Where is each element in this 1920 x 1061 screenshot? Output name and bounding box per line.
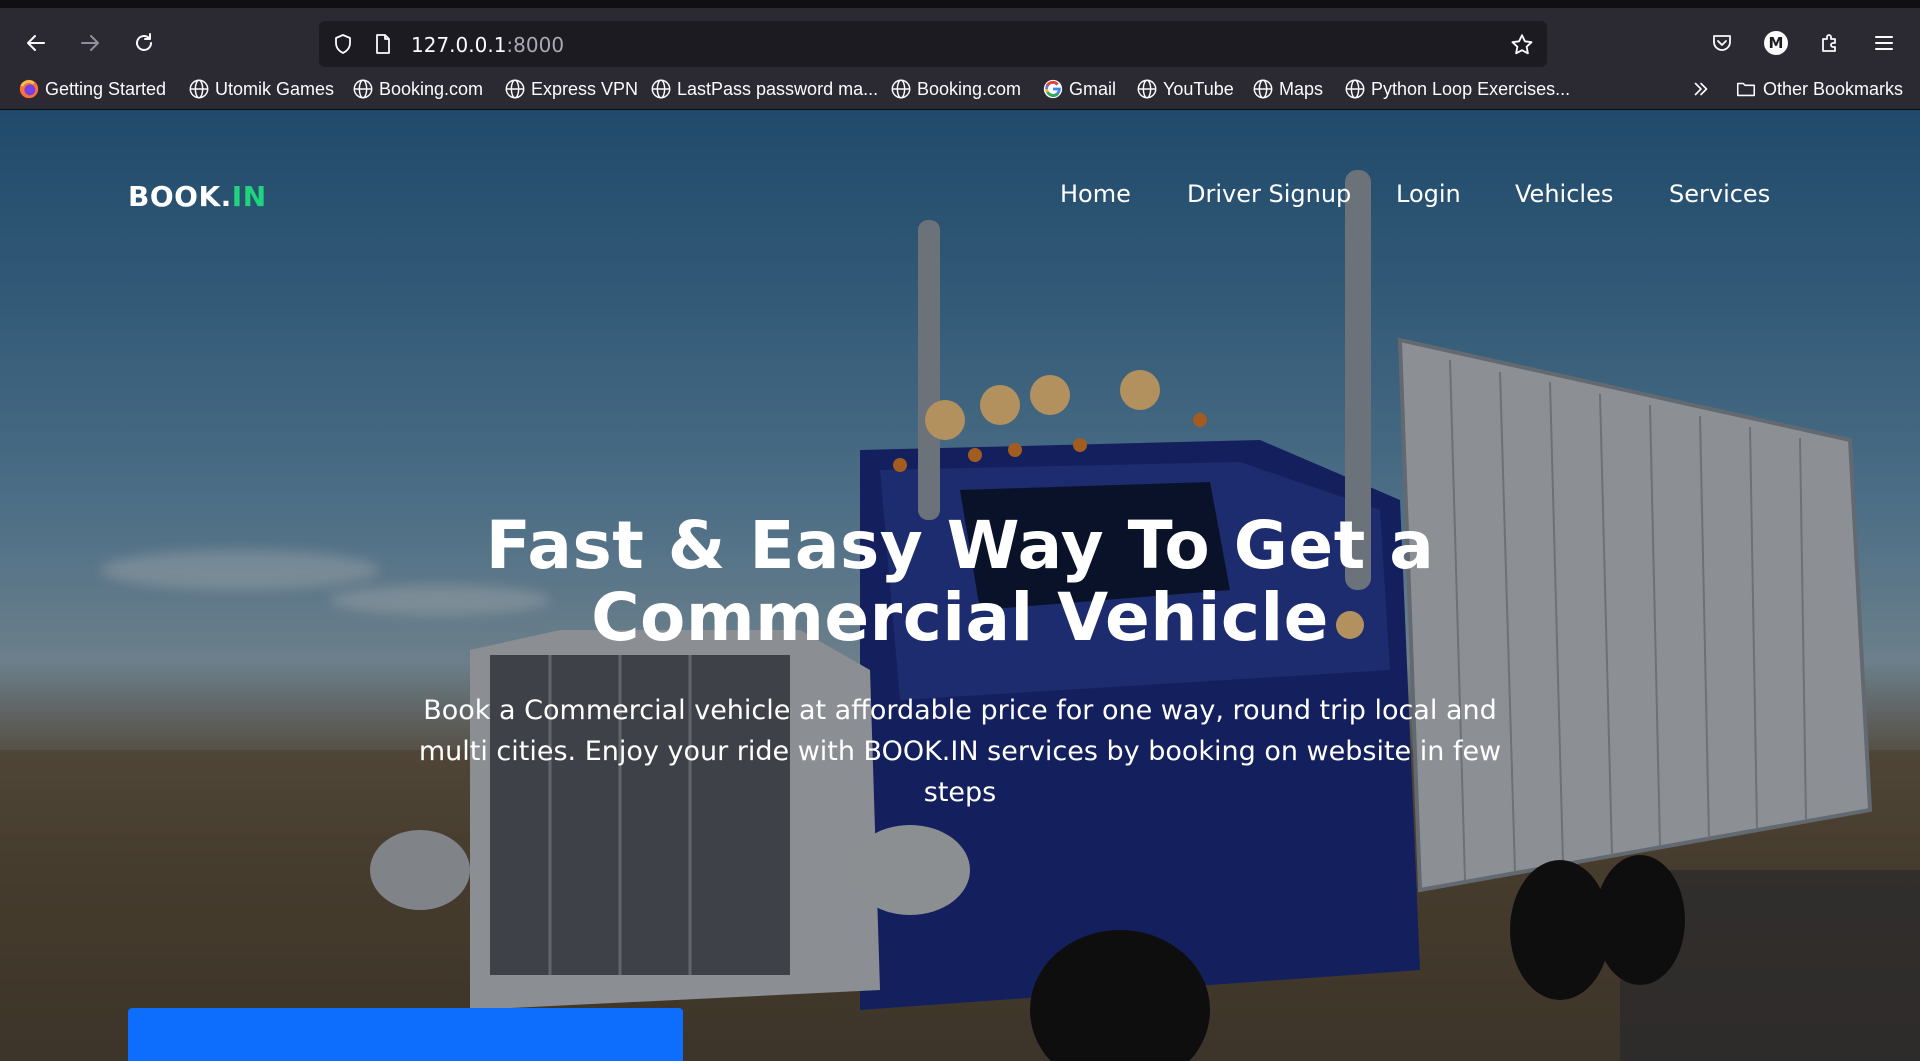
hamburger-icon [1875, 36, 1893, 50]
reload-button[interactable] [124, 23, 164, 63]
hero-headline-line1: Fast & Easy Way To Get a [485, 507, 1435, 584]
puzzle-icon [1822, 34, 1836, 52]
browser-toolbar: 127.0.0.1:8000 M [0, 8, 1920, 67]
app-menu-button[interactable] [1864, 23, 1904, 63]
bookmark-label: Utomik Games [215, 78, 335, 99]
bookmark-utomik-games[interactable]: Utomik Games [188, 76, 334, 102]
site-logo[interactable]: BOOK.IN [128, 180, 267, 213]
reload-icon [136, 33, 152, 51]
globe-icon [353, 79, 373, 99]
nav-home[interactable]: Home [1060, 180, 1131, 208]
bookmark-python-loop[interactable]: Python Loop Exercises... [1344, 76, 1570, 102]
arrow-left-icon [27, 35, 45, 51]
pocket-button[interactable] [1702, 23, 1742, 63]
url-bar[interactable]: 127.0.0.1:8000 [319, 21, 1547, 67]
globe-icon [651, 79, 671, 99]
globe-icon [505, 79, 525, 99]
chevron-double-right-icon [1694, 82, 1708, 96]
bookmark-getting-started[interactable]: Getting Started [18, 76, 166, 102]
bookmark-label: Express VPN [531, 78, 639, 99]
other-bookmarks-label: Other Bookmarks [1763, 78, 1904, 99]
extensions-button[interactable] [1810, 23, 1850, 63]
bookmark-express-vpn[interactable]: Express VPN [504, 76, 638, 102]
other-bookmarks-folder[interactable]: Other Bookmarks [1734, 76, 1903, 102]
globe-icon [1345, 79, 1365, 99]
bookmarks-toolbar: Getting Started Utomik Games Booking.com… [0, 67, 1920, 110]
pocket-icon [1713, 35, 1731, 51]
hero-subtext: Book a Commercial vehicle at affordable … [418, 695, 1502, 808]
booking-form-panel[interactable] [128, 1008, 683, 1061]
bookmark-label: Maps [1279, 78, 1324, 99]
forward-button[interactable] [70, 23, 110, 63]
bookmark-label: Booking.com [379, 78, 484, 99]
bookmark-label: YouTube [1163, 78, 1234, 99]
google-icon [1043, 79, 1063, 99]
arrow-right-icon [81, 35, 99, 51]
nav-driver-signup[interactable]: Driver Signup [1187, 180, 1351, 208]
avatar: M [1764, 31, 1788, 55]
star-icon[interactable] [1509, 32, 1535, 58]
globe-icon [891, 79, 911, 99]
bookmark-label: LastPass password ma... [677, 78, 879, 99]
bookmark-gmail[interactable]: Gmail [1042, 76, 1116, 102]
hero-section: BOOK.IN Home Driver Signup Login Vehicle… [0, 110, 1920, 1061]
bookmark-booking-com[interactable]: Booking.com [352, 76, 483, 102]
url-port: :8000 [506, 33, 565, 57]
nav-vehicles[interactable]: Vehicles [1515, 180, 1613, 208]
globe-icon [1137, 79, 1157, 99]
bookmark-youtube[interactable]: YouTube [1136, 76, 1234, 102]
globe-icon [189, 79, 209, 99]
bookmark-label: Gmail [1069, 78, 1117, 99]
logo-main: BOOK. [128, 180, 232, 213]
url-text[interactable]: 127.0.0.1:8000 [411, 33, 564, 57]
bookmark-label: Getting Started [45, 78, 167, 99]
url-host: 127.0.0.1 [411, 33, 507, 57]
back-button[interactable] [16, 23, 56, 63]
bookmark-booking-com-2[interactable]: Booking.com [890, 76, 1021, 102]
logo-accent: IN [231, 180, 267, 213]
globe-icon [1253, 79, 1273, 99]
hero-headline-line2: Commercial Vehicle [591, 579, 1329, 656]
bookmark-maps[interactable]: Maps [1252, 76, 1323, 102]
nav-login[interactable]: Login [1396, 180, 1461, 208]
folder-icon [1736, 82, 1756, 97]
bookmark-lastpass[interactable]: LastPass password ma... [650, 76, 878, 102]
shield-icon[interactable] [331, 32, 355, 56]
window-top-strip [0, 0, 1920, 8]
bookmarks-overflow-button[interactable] [1690, 76, 1717, 102]
firefox-icon [19, 79, 39, 99]
page-icon[interactable] [371, 32, 395, 56]
nav-services[interactable]: Services [1669, 180, 1770, 208]
bookmark-label: Python Loop Exercises... [1371, 78, 1571, 99]
hero-headline: Fast & Easy Way To Get a Commercial Vehi… [360, 510, 1560, 654]
account-button[interactable]: M [1756, 23, 1796, 63]
bookmark-label: Booking.com [917, 78, 1022, 99]
